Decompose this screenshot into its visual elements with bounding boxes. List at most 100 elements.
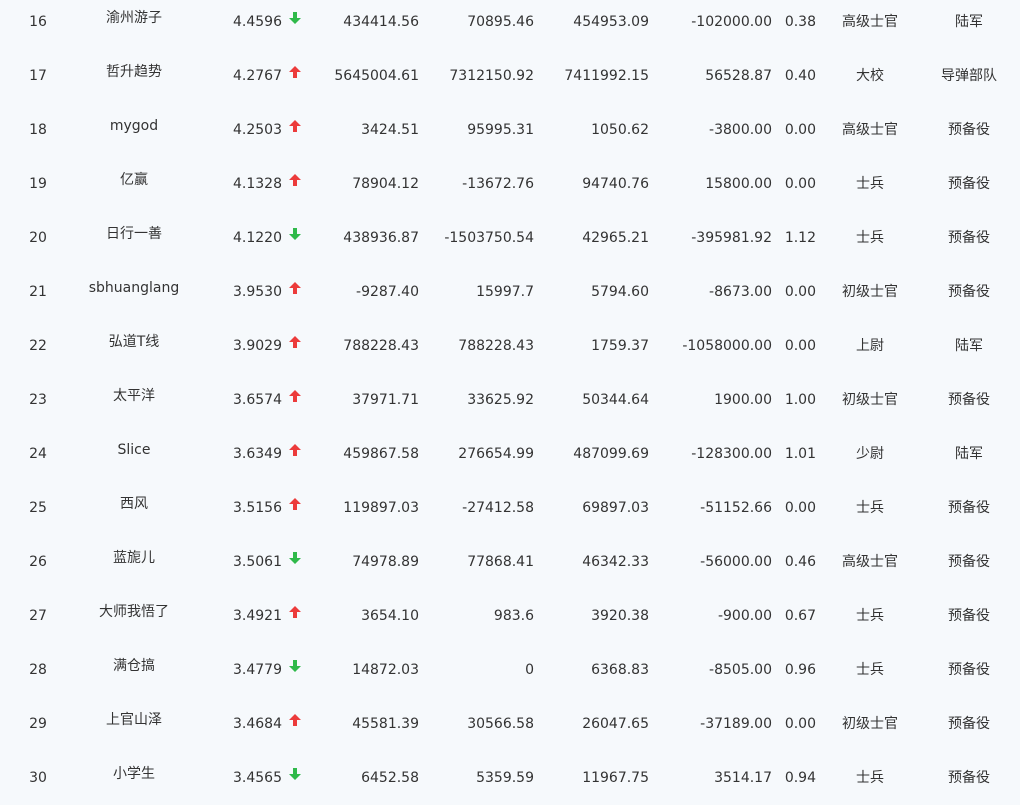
value-1-cell: 5645004.61: [334, 68, 419, 84]
rank-title-cell: 士兵: [856, 770, 884, 786]
table-row[interactable]: 20 日行一善 4.1220 438936.87 -1503750.54 429…: [0, 211, 1020, 265]
table-row[interactable]: 17 哲升趋势 4.2767 5645004.61 7312150.92 741…: [0, 49, 1020, 103]
value-4-cell: 56528.87: [705, 68, 772, 84]
value-1-cell: 45581.39: [352, 716, 419, 732]
table-row[interactable]: 29 上官山泽 3.4684 45581.39 30566.58 26047.6…: [0, 697, 1020, 751]
user-name-link[interactable]: 小学生: [76, 751, 192, 805]
score-cell: 3.6574: [233, 392, 282, 408]
value-3-cell: 42965.21: [582, 230, 649, 246]
ratio-cell: 0.00: [784, 176, 816, 192]
user-name-link[interactable]: 亿赢: [76, 157, 192, 211]
table-row[interactable]: 23 太平洋 3.6574 37971.71 33625.92 50344.64…: [0, 373, 1020, 427]
branch-cell: 陆军: [955, 446, 983, 462]
rank-cell: 18: [29, 122, 47, 138]
value-2-cell: 30566.58: [467, 716, 534, 732]
value-4-cell: -37189.00: [700, 716, 772, 732]
value-4-cell: 3514.17: [714, 770, 772, 786]
branch-cell: 预备役: [948, 122, 990, 138]
user-name-link[interactable]: 上官山泽: [76, 697, 192, 751]
arrow-up-icon: [289, 265, 305, 319]
user-name-link[interactable]: 满仓搞: [76, 643, 192, 697]
arrow-down-icon: [289, 0, 305, 49]
user-name-link[interactable]: 日行一善: [76, 211, 192, 265]
user-name-link[interactable]: 弘道T线: [76, 319, 192, 373]
value-1-cell: 78904.12: [352, 176, 419, 192]
ratio-cell: 1.01: [784, 446, 816, 462]
value-3-cell: 69897.03: [582, 500, 649, 516]
table-row[interactable]: 26 蓝旎儿 3.5061 74978.89 77868.41 46342.33…: [0, 535, 1020, 589]
table-row[interactable]: 28 满仓搞 3.4779 14872.03 0 6368.83 -8505.0…: [0, 643, 1020, 697]
table-row[interactable]: 19 亿赢 4.1328 78904.12 -13672.76 94740.76…: [0, 157, 1020, 211]
ratio-cell: 0.00: [784, 338, 816, 354]
rank-cell: 25: [29, 500, 47, 516]
arrow-up-icon: [289, 697, 305, 751]
value-2-cell: 15997.7: [476, 284, 534, 300]
ratio-cell: 1.00: [784, 392, 816, 408]
rank-cell: 23: [29, 392, 47, 408]
value-2-cell: 7312150.92: [449, 68, 534, 84]
value-1-cell: 74978.89: [352, 554, 419, 570]
arrow-down-icon: [289, 535, 305, 589]
score-cell: 3.6349: [233, 446, 282, 462]
value-1-cell: 788228.43: [343, 338, 419, 354]
table-row[interactable]: 27 大师我悟了 3.4921 3654.10 983.6 3920.38 -9…: [0, 589, 1020, 643]
arrow-up-icon: [289, 373, 305, 427]
score-cell: 3.4779: [233, 662, 282, 678]
value-2-cell: -13672.76: [462, 176, 534, 192]
rank-cell: 21: [29, 284, 47, 300]
value-4-cell: -395981.92: [691, 230, 772, 246]
branch-cell: 预备役: [948, 554, 990, 570]
user-name-link[interactable]: 渝州游子: [76, 0, 192, 49]
value-2-cell: 0: [525, 662, 534, 678]
table-row[interactable]: 21 sbhuanglang 3.9530 -9287.40 15997.7 5…: [0, 265, 1020, 319]
branch-cell: 预备役: [948, 608, 990, 624]
rank-cell: 17: [29, 68, 47, 84]
user-name-link[interactable]: 西风: [76, 481, 192, 535]
ratio-cell: 0.00: [784, 284, 816, 300]
table-row[interactable]: 25 西风 3.5156 119897.03 -27412.58 69897.0…: [0, 481, 1020, 535]
value-1-cell: 37971.71: [352, 392, 419, 408]
user-name-link[interactable]: mygod: [76, 103, 192, 157]
rank-cell: 29: [29, 716, 47, 732]
score-cell: 4.1220: [233, 230, 282, 246]
value-2-cell: 5359.59: [476, 770, 534, 786]
value-1-cell: 438936.87: [343, 230, 419, 246]
score-cell: 3.9029: [233, 338, 282, 354]
table-row[interactable]: 24 Slice 3.6349 459867.58 276654.99 4870…: [0, 427, 1020, 481]
arrow-up-icon: [289, 103, 305, 157]
user-name-link[interactable]: 蓝旎儿: [76, 535, 192, 589]
table-row[interactable]: 18 mygod 4.2503 3424.51 95995.31 1050.62…: [0, 103, 1020, 157]
rank-cell: 20: [29, 230, 47, 246]
table-row[interactable]: 16 渝州游子 4.4596 434414.56 70895.46 454953…: [0, 0, 1020, 49]
score-cell: 3.4684: [233, 716, 282, 732]
user-name-link[interactable]: Slice: [76, 427, 192, 481]
rank-title-cell: 士兵: [856, 176, 884, 192]
value-4-cell: -1058000.00: [682, 338, 772, 354]
value-2-cell: 77868.41: [467, 554, 534, 570]
score-cell: 3.5156: [233, 500, 282, 516]
ratio-cell: 0.00: [784, 716, 816, 732]
arrow-up-icon: [289, 589, 305, 643]
ranking-table: 16 渝州游子 4.4596 434414.56 70895.46 454953…: [0, 0, 1020, 805]
user-name-link[interactable]: sbhuanglang: [76, 265, 192, 319]
value-3-cell: 50344.64: [582, 392, 649, 408]
rank-cell: 16: [29, 14, 47, 30]
branch-cell: 预备役: [948, 500, 990, 516]
value-4-cell: -56000.00: [700, 554, 772, 570]
branch-cell: 预备役: [948, 230, 990, 246]
branch-cell: 导弹部队: [941, 68, 997, 84]
value-2-cell: -27412.58: [462, 500, 534, 516]
score-cell: 3.5061: [233, 554, 282, 570]
user-name-link[interactable]: 哲升趋势: [76, 49, 192, 103]
score-cell: 4.1328: [233, 176, 282, 192]
table-row[interactable]: 30 小学生 3.4565 6452.58 5359.59 11967.75 3…: [0, 751, 1020, 805]
score-cell: 3.9530: [233, 284, 282, 300]
value-3-cell: 7411992.15: [564, 68, 649, 84]
arrow-up-icon: [289, 49, 305, 103]
value-1-cell: 459867.58: [343, 446, 419, 462]
table-row[interactable]: 22 弘道T线 3.9029 788228.43 788228.43 1759.…: [0, 319, 1020, 373]
user-name-link[interactable]: 太平洋: [76, 373, 192, 427]
user-name-link[interactable]: 大师我悟了: [76, 589, 192, 643]
ratio-cell: 0.38: [784, 14, 816, 30]
rank-title-cell: 高级士官: [842, 554, 898, 570]
